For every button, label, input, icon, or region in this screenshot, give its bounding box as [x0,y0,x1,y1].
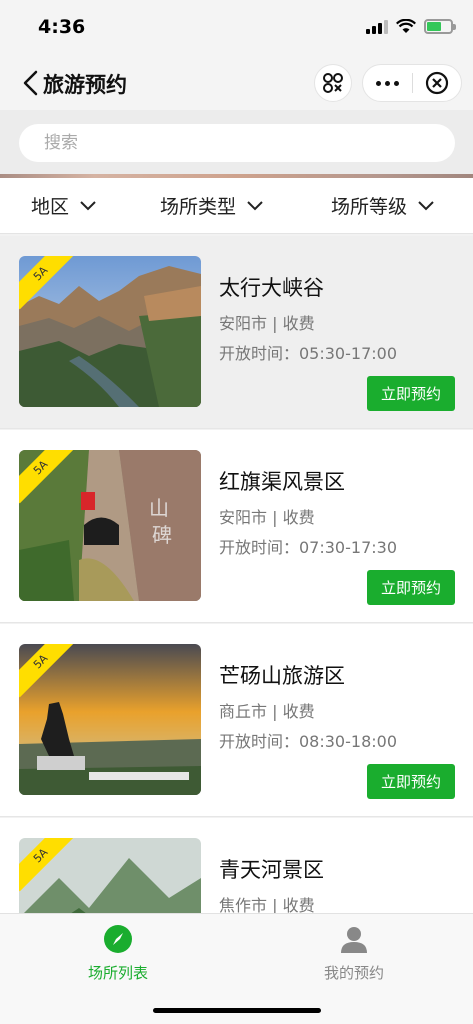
svg-text:碑: 碑 [152,523,172,547]
battery-icon [424,19,456,34]
venue-hours: 开放时间：08:30-18:00 [219,732,397,751]
more-icon[interactable] [363,80,412,86]
venue-name: 太行大峡谷 [219,276,324,300]
venue-meta: 安阳市 | 收费 [219,314,315,333]
signal-icon [366,19,388,34]
venue-hours: 开放时间：05:30-17:00 [219,344,397,363]
svg-text:山: 山 [149,496,169,520]
venue-card[interactable]: 5A 芒砀山旅游区 商丘市 | 收费 开放时间：08:30-18:00 立即预约 [0,624,473,817]
venue-meta: 商丘市 | 收费 [219,702,315,721]
venue-card[interactable]: 山 碑 5A 红旗渠风景区 安阳市 | 收费 开放时间：07:30-17:30 … [0,430,473,623]
reserve-button[interactable]: 立即预约 [367,376,455,411]
back-arrow-icon[interactable] [20,70,44,96]
search-area [0,110,473,174]
tab-my-reservations[interactable]: 我的预约 [294,924,414,983]
filter-venue-level[interactable]: 场所等级 [331,192,435,219]
venue-hours: 开放时间：07:30-17:30 [219,538,397,557]
reserve-button[interactable]: 立即预约 [367,570,455,605]
filter-label: 地区 [31,196,70,218]
filter-region[interactable]: 地区 [31,192,97,219]
close-button[interactable] [413,71,461,95]
compass-icon [104,925,132,953]
home-indicator [153,1008,321,1013]
venue-photo: 5A [19,644,201,795]
tab-label: 场所列表 [87,964,148,982]
scan-button[interactable] [314,64,352,102]
venue-name: 青天河景区 [219,858,324,882]
status-bar: 4:36 [0,0,473,56]
page-title: 旅游预约 [43,73,127,97]
reserve-button[interactable]: 立即预约 [367,764,455,799]
chevron-down-icon [80,200,96,210]
venue-photo: 5A [19,256,201,407]
filter-label: 场所等级 [331,196,408,218]
tab-venue-list[interactable]: 场所列表 [58,924,178,983]
filter-venue-type[interactable]: 场所类型 [160,192,264,219]
venue-name: 芒砀山旅游区 [219,664,345,688]
chevron-down-icon [418,200,434,210]
status-icons [366,19,456,34]
wifi-icon [396,19,416,33]
close-icon [425,71,449,95]
person-icon [341,927,367,953]
venue-photo: 山 碑 5A [19,450,201,601]
tab-label: 我的预约 [323,964,384,982]
filter-label: 场所类型 [160,196,237,218]
nav-bar: 旅游预约 [0,56,473,110]
filter-bar: 地区 场所类型 场所等级 [0,178,473,234]
venue-name: 红旗渠风景区 [219,470,345,494]
search-input[interactable] [19,124,455,162]
status-time: 4:36 [38,16,86,38]
mini-program-capsule [362,64,462,102]
chevron-down-icon [247,200,263,210]
venue-card[interactable]: 5A 太行大峡谷 安阳市 | 收费 开放时间：05:30-17:00 立即预约 [0,236,473,429]
scan-icon [323,73,343,93]
venue-meta: 安阳市 | 收费 [219,508,315,527]
